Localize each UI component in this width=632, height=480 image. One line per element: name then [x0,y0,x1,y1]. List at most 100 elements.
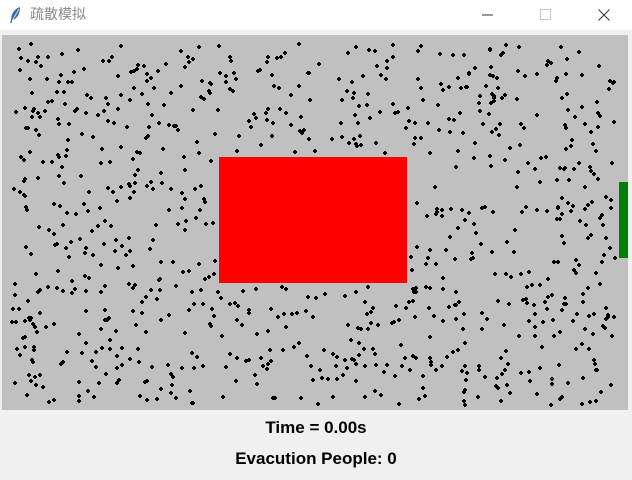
person-marker [13,293,17,297]
person-marker [546,277,550,281]
person-marker [112,121,116,125]
person-marker [103,318,107,322]
title-bar[interactable]: 疏散模拟 [0,0,632,30]
person-marker [494,127,498,131]
person-marker [524,205,528,209]
person-marker [194,216,198,220]
person-marker [463,341,467,345]
person-marker [63,102,67,106]
person-marker [25,208,29,212]
person-marker [224,365,228,369]
person-marker [546,59,550,63]
person-marker [217,44,221,48]
person-marker [255,382,259,386]
person-marker [428,335,432,339]
person-marker [14,110,18,114]
person-marker [535,208,539,212]
person-marker [56,117,60,121]
person-marker [158,288,162,292]
person-marker [229,59,233,63]
person-marker [538,366,542,370]
simulation-canvas[interactable] [2,35,628,410]
person-marker [451,53,455,57]
person-marker [473,66,477,70]
person-marker [99,290,103,294]
person-marker [136,168,140,172]
person-marker [103,284,107,288]
person-marker [366,92,370,96]
close-button[interactable] [581,0,627,30]
person-marker [499,399,503,403]
person-marker [252,112,256,116]
person-marker [77,399,81,403]
maximize-button[interactable] [523,0,569,30]
person-marker [399,343,403,347]
person-marker [92,395,96,399]
person-marker [289,123,293,127]
person-marker [180,206,184,210]
person-marker [108,347,112,351]
person-marker [174,124,178,128]
person-marker [608,79,612,83]
person-marker [496,386,500,390]
person-marker [366,285,370,289]
person-marker [350,80,354,84]
person-marker [447,85,451,89]
person-marker [571,319,575,323]
person-marker [558,330,562,334]
person-marker [491,74,495,78]
person-marker [99,161,103,165]
person-marker [228,55,232,59]
person-marker [32,107,36,111]
person-marker [116,74,120,78]
person-marker [209,159,213,163]
person-marker [228,352,232,356]
person-marker [504,272,508,276]
person-marker [23,319,27,323]
person-marker [456,348,460,352]
person-marker [186,55,190,59]
person-marker [82,67,86,71]
person-marker [570,138,574,142]
person-marker [138,151,142,155]
person-marker [413,121,417,125]
person-marker [583,122,587,126]
person-marker [57,155,61,159]
person-marker [282,312,286,316]
person-marker [560,96,564,100]
person-marker [496,299,500,303]
person-marker [102,242,106,246]
person-marker [403,356,407,360]
person-marker [37,133,41,137]
person-marker [610,334,614,338]
person-marker [532,303,536,307]
person-marker [439,82,443,86]
person-marker [577,263,581,267]
person-marker [574,258,578,262]
person-marker [199,184,203,188]
person-marker [190,290,194,294]
person-marker [331,395,335,399]
person-marker [356,121,360,125]
person-marker [566,108,570,112]
person-marker [265,118,269,122]
person-marker [275,56,279,60]
minimize-button[interactable] [465,0,511,30]
person-marker [363,364,367,368]
person-marker [583,207,587,211]
person-marker [84,111,88,115]
person-marker [55,286,59,290]
person-marker [491,210,495,214]
person-marker [219,296,223,300]
person-marker [612,120,616,124]
person-marker [120,244,124,248]
person-marker [490,92,494,96]
person-marker [414,286,418,290]
person-marker [489,101,493,105]
person-marker [371,306,375,310]
person-marker [33,325,37,329]
person-marker [235,318,239,322]
person-marker [385,363,389,367]
person-marker [269,307,273,311]
person-marker [480,311,484,315]
